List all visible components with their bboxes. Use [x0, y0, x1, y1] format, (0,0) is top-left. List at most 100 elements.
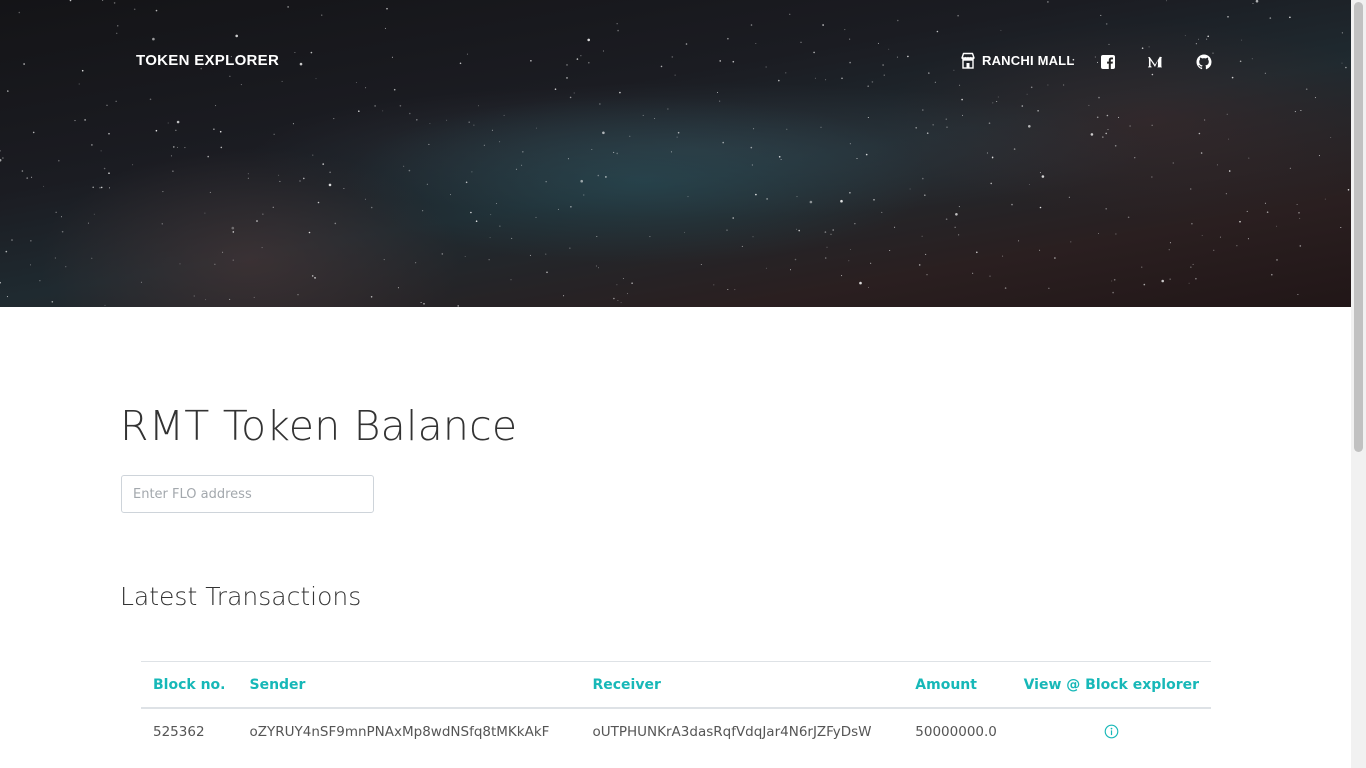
star [786, 128, 788, 130]
star [1324, 198, 1326, 200]
star [510, 279, 512, 281]
star [1341, 32, 1343, 34]
star [1161, 279, 1164, 283]
star [778, 156, 781, 158]
star [176, 120, 180, 124]
info-icon[interactable] [1104, 724, 1119, 739]
star [1340, 227, 1342, 228]
star [766, 198, 768, 200]
star [426, 183, 428, 185]
star [926, 274, 928, 276]
star [1090, 133, 1094, 136]
star [207, 155, 209, 158]
star [1169, 278, 1171, 280]
star [478, 105, 479, 107]
vertical-scrollbar[interactable] [1351, 0, 1366, 768]
star [932, 124, 934, 126]
star [471, 171, 473, 173]
star [921, 235, 923, 237]
star [399, 105, 402, 107]
star [946, 126, 948, 128]
star [1134, 157, 1136, 159]
star [470, 211, 472, 214]
facebook-icon[interactable] [1100, 54, 1116, 70]
starfield-background [0, 0, 1350, 307]
star [957, 14, 959, 17]
star [859, 281, 862, 285]
star [824, 257, 827, 259]
star [613, 297, 615, 300]
star [334, 222, 337, 225]
github-icon[interactable] [1196, 54, 1212, 70]
star [475, 220, 478, 222]
star [0, 150, 1, 152]
star [522, 151, 524, 153]
star [384, 27, 386, 29]
star [896, 56, 898, 58]
star [1028, 125, 1031, 128]
star [496, 203, 497, 204]
star [722, 141, 724, 144]
star [1094, 56, 1096, 58]
star [1115, 233, 1117, 235]
star [1002, 255, 1004, 257]
star [732, 217, 734, 219]
star [583, 194, 585, 196]
star [809, 200, 813, 204]
star [1212, 52, 1214, 54]
star [74, 120, 76, 122]
star [934, 81, 936, 83]
medium-icon[interactable] [1147, 54, 1163, 70]
column-header-receiver: Receiver [580, 661, 904, 709]
star [1200, 152, 1203, 154]
star [961, 98, 963, 101]
star [1190, 188, 1192, 190]
star [2, 157, 4, 159]
star [499, 225, 501, 227]
cell-block: 525362 [153, 723, 205, 740]
star [588, 61, 590, 64]
star [370, 296, 373, 298]
star [1228, 170, 1231, 172]
star [1011, 203, 1013, 206]
star [1227, 15, 1229, 18]
star [204, 212, 206, 214]
star [55, 211, 57, 213]
star [945, 118, 947, 120]
star [1037, 110, 1039, 112]
ranchi-mall-link[interactable]: RANCHI MALL [960, 52, 1074, 69]
star [1151, 124, 1153, 126]
brand-link[interactable]: TOKEN EXPLORER [136, 52, 279, 69]
star [91, 257, 93, 259]
star [491, 129, 493, 131]
scrollbar-thumb[interactable] [1354, 2, 1363, 452]
star [279, 180, 281, 182]
star [1204, 119, 1206, 121]
star [619, 91, 621, 94]
star [796, 228, 797, 230]
flo-address-input[interactable] [121, 475, 374, 513]
star [408, 169, 411, 172]
star [103, 167, 106, 170]
star [222, 251, 224, 253]
star [958, 206, 960, 208]
star [499, 141, 501, 143]
star [1248, 157, 1250, 159]
star [671, 56, 674, 58]
star [1341, 62, 1343, 64]
star [1198, 38, 1199, 40]
star [991, 156, 994, 159]
star [292, 123, 294, 125]
star [1195, 277, 1197, 280]
star [660, 65, 663, 68]
star [654, 118, 656, 119]
star [613, 151, 615, 153]
star [5, 250, 8, 253]
star [423, 303, 425, 305]
star [840, 199, 843, 203]
star [205, 299, 207, 301]
star [907, 55, 909, 58]
star [670, 151, 672, 153]
star [333, 118, 335, 120]
star [167, 122, 169, 124]
